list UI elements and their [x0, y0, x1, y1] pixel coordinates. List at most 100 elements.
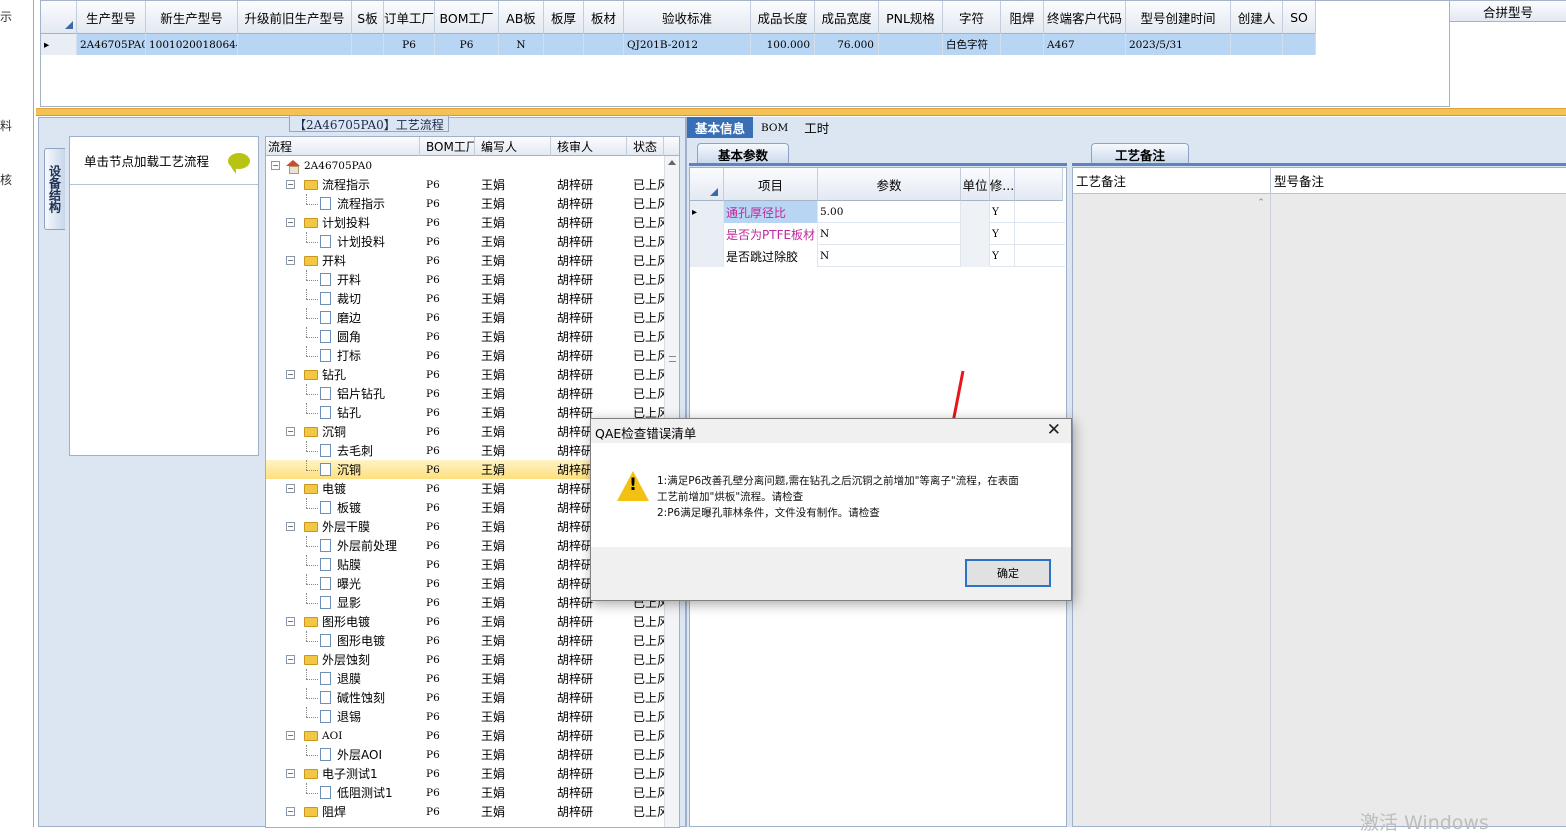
product-grid-column-header[interactable]: 验收标准 [624, 1, 751, 34]
tree-group-row[interactable]: − 流程指示 P6 王娟 胡梓研 已上风 [266, 175, 664, 194]
product-grid-cell[interactable] [1283, 34, 1316, 55]
product-grid-cell[interactable]: A467 [1044, 34, 1126, 55]
product-grid-cell[interactable] [238, 34, 352, 55]
tree-step-row[interactable]: 铝片钻孔 P6 王娟 胡梓研 已上风 [266, 384, 664, 403]
collapse-icon[interactable]: − [286, 522, 295, 531]
collapse-icon[interactable]: − [271, 161, 280, 170]
product-grid-cell[interactable]: 10010200180644 [146, 34, 238, 55]
product-grid-cell[interactable]: P6 [384, 34, 435, 55]
tree-step-row[interactable]: 计划投料 P6 王娟 胡梓研 已上风 [266, 232, 664, 251]
tree-step-row[interactable]: 流程指示 P6 王娟 胡梓研 已上风 [266, 194, 664, 213]
tree-step-row[interactable]: 退锡 P6 王娟 胡梓研 已上风 [266, 707, 664, 726]
tree-step-row[interactable]: 开料 P6 王娟 胡梓研 已上风 [266, 270, 664, 289]
product-grid-column-header[interactable]: 升级前旧生产型号 [238, 1, 352, 34]
process-remark-area[interactable] [1073, 194, 1271, 826]
row-indicator-icon[interactable]: ▸ [690, 201, 724, 223]
scroll-grip-icon[interactable] [669, 356, 676, 362]
splitter-bar[interactable] [36, 108, 1566, 116]
product-grid-column-header[interactable]: 生产型号 [77, 1, 146, 34]
tree-column-header[interactable]: 编写人 [475, 137, 551, 156]
product-grid-column-header[interactable]: 终端客户代码 [1044, 1, 1126, 34]
param-row[interactable]: 是否跳过除胶 N Y [690, 245, 1065, 267]
tree-step-row[interactable]: 圆角 P6 王娟 胡梓研 已上风 [266, 327, 664, 346]
product-grid-column-header[interactable]: 板材 [584, 1, 624, 34]
product-grid-cell[interactable]: 100.000 [751, 34, 815, 55]
product-grid-cell[interactable]: N [499, 34, 544, 55]
param-value-cell[interactable]: 5.00 [818, 201, 961, 223]
tree-column-header[interactable]: 核审人 [551, 137, 627, 156]
param-mod-cell[interactable]: Y [990, 245, 1015, 267]
remark-scroll-up-icon[interactable]: ⌃ [1253, 198, 1269, 210]
product-grid-column-header[interactable]: 阻焊 [1001, 1, 1044, 34]
tree-step-row[interactable]: 裁切 P6 王娟 胡梓研 已上风 [266, 289, 664, 308]
product-grid-cell[interactable] [879, 34, 943, 55]
product-grid-column-header[interactable]: 新生产型号 [146, 1, 238, 34]
tab-basic-info[interactable]: 基本信息 [687, 117, 754, 138]
product-grid-cell[interactable]: 2023/5/31 [1126, 34, 1231, 55]
collapse-icon[interactable]: − [286, 807, 295, 816]
param-value-cell[interactable]: N [818, 245, 961, 267]
tree-column-header[interactable]: 流程 [266, 137, 420, 156]
scroll-up-icon[interactable] [668, 160, 676, 165]
param-mod-cell[interactable]: Y [990, 223, 1015, 245]
tree-group-row[interactable]: − 钻孔 P6 王娟 胡梓研 已上风 [266, 365, 664, 384]
tree-step-row[interactable]: 低阻测试1 P6 王娟 胡梓研 已上风 [266, 783, 664, 802]
params-column-header[interactable]: 单位 [961, 168, 990, 201]
tree-step-row[interactable]: 退膜 P6 王娟 胡梓研 已上风 [266, 669, 664, 688]
tree-step-row[interactable]: 碱性蚀刻 P6 王娟 胡梓研 已上风 [266, 688, 664, 707]
product-grid-row[interactable]: ▸ 2A46705PA0 10010200180644 P6 P6 N QJ201B-201… [41, 34, 1316, 55]
tab-equipment-structure[interactable]: 设备结构 [44, 148, 65, 230]
collapse-icon[interactable]: − [286, 731, 295, 740]
tree-group-row[interactable]: − 计划投料 P6 王娟 胡梓研 已上风 [266, 213, 664, 232]
close-icon[interactable]: ✕ [1047, 420, 1061, 440]
param-row[interactable]: ▸ 通孔厚径比 5.00 Y [690, 201, 1065, 223]
collapse-icon[interactable]: − [286, 370, 295, 379]
product-grid-cell[interactable]: 白色字符 [943, 34, 1001, 55]
product-grid-cell[interactable]: 2A46705PA0 [77, 34, 146, 55]
product-grid-column-header[interactable]: 字符 [943, 1, 1001, 34]
product-grid-cell[interactable] [584, 34, 624, 55]
product-grid-column-header[interactable]: SO [1283, 1, 1316, 34]
tree-group-row[interactable]: − AOI P6 王娟 胡梓研 已上风 [266, 726, 664, 745]
tree-step-row[interactable]: 图形电镀 P6 王娟 胡梓研 已上风 [266, 631, 664, 650]
product-grid-column-header[interactable]: PNL规格 [879, 1, 943, 34]
collapse-icon[interactable]: − [286, 256, 295, 265]
product-grid-column-header[interactable]: 成品长度 [751, 1, 815, 34]
param-item-cell[interactable]: 通孔厚径比 [724, 201, 818, 223]
product-grid-column-header[interactable]: 型号创建时间 [1126, 1, 1231, 34]
param-unit-cell[interactable] [961, 223, 990, 245]
product-grid-column-header[interactable]: BOM工厂 [435, 1, 499, 34]
product-grid-column-header[interactable]: 成品宽度 [815, 1, 879, 34]
merge-model-header[interactable]: 合拼型号 [1450, 1, 1566, 22]
param-mod-cell[interactable]: Y [990, 201, 1015, 223]
param-unit-cell[interactable] [961, 245, 990, 267]
tree-root-row[interactable]: − 2A46705PA0 [266, 156, 664, 175]
collapse-icon[interactable]: − [286, 180, 295, 189]
collapse-icon[interactable]: − [286, 617, 295, 626]
params-column-header[interactable]: 参数 [818, 168, 961, 201]
tree-column-header[interactable]: 状态 [627, 137, 664, 156]
collapse-icon[interactable]: − [286, 769, 295, 778]
collapse-icon[interactable]: − [286, 427, 295, 436]
product-grid-cell[interactable] [1231, 34, 1283, 55]
param-unit-cell[interactable] [961, 201, 990, 223]
tree-group-row[interactable]: − 开料 P6 王娟 胡梓研 已上风 [266, 251, 664, 270]
collapse-icon[interactable]: − [286, 218, 295, 227]
product-grid-column-header[interactable]: 订单工厂 [384, 1, 435, 34]
product-grid-cell[interactable]: QJ201B-2012 [624, 34, 751, 55]
tree-column-header[interactable]: BOM工厂 [420, 137, 475, 156]
product-grid-cell[interactable] [352, 34, 384, 55]
param-row[interactable]: 是否为PTFE板材 N Y [690, 223, 1065, 245]
product-grid-cell[interactable] [544, 34, 584, 55]
process-remarks-tab[interactable]: 工艺备注 [1091, 143, 1189, 164]
product-grid-column-header[interactable]: 板厚 [544, 1, 584, 34]
param-item-cell[interactable]: 是否跳过除胶 [724, 245, 818, 267]
collapse-icon[interactable]: − [286, 655, 295, 664]
tree-group-row[interactable]: − 电子测试1 P6 王娟 胡梓研 已上风 [266, 764, 664, 783]
product-grid-column-header[interactable]: AB板 [499, 1, 544, 34]
tree-step-row[interactable]: 外层AOI P6 王娟 胡梓研 已上风 [266, 745, 664, 764]
params-column-header[interactable]: 项目 [724, 168, 818, 201]
model-remark-header[interactable]: 型号备注 [1271, 168, 1566, 194]
param-value-cell[interactable]: N [818, 223, 961, 245]
tab-bom[interactable]: BOM [753, 117, 796, 138]
